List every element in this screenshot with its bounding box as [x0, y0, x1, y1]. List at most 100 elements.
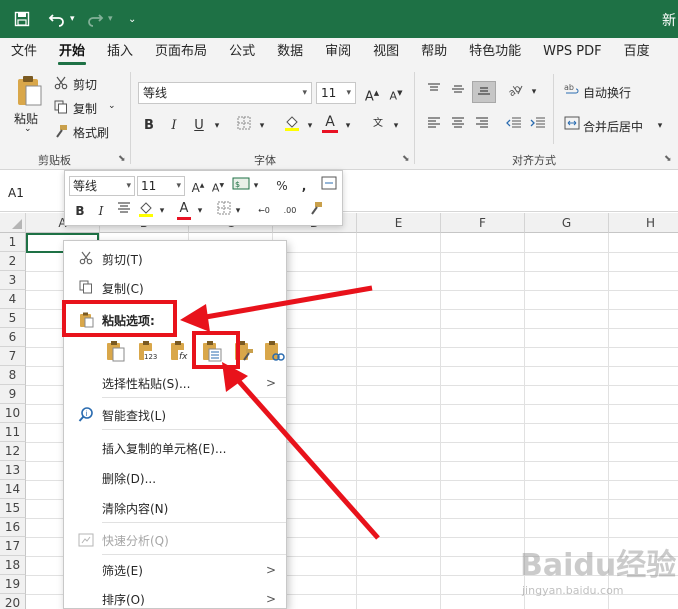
align-top-icon[interactable]: [424, 82, 444, 102]
mini-decrease-decimal-button[interactable]: .00: [279, 201, 301, 221]
menu-item-insert-copied-cells[interactable]: 插入复制的单元格(E)...: [64, 435, 286, 461]
mini-format-painter-icon[interactable]: [307, 201, 325, 221]
menu-item-sort[interactable]: 排序(O) >: [64, 586, 286, 609]
tab-formulas[interactable]: 公式: [218, 38, 266, 66]
format-painter-button[interactable]: 格式刷: [73, 124, 109, 141]
mini-increase-decimal-button[interactable]: ←0: [253, 201, 275, 221]
tab-page-layout[interactable]: 页面布局: [144, 38, 218, 66]
row-header[interactable]: 4: [0, 290, 26, 309]
undo-icon[interactable]: [48, 9, 66, 29]
merge-dropdown-icon[interactable]: ▾: [650, 116, 670, 136]
row-header[interactable]: 5: [0, 309, 26, 328]
font-launcher-icon[interactable]: ⬊: [402, 154, 410, 164]
copy-button[interactable]: 复制: [73, 100, 97, 117]
decrease-font-size-icon[interactable]: A▼: [386, 83, 406, 103]
increase-font-size-icon[interactable]: A▲: [362, 83, 382, 104]
align-bottom-icon[interactable]: [472, 81, 496, 103]
wrap-text-icon[interactable]: ab: [562, 82, 582, 102]
paste-clipboard-icon[interactable]: [14, 74, 44, 108]
row-header[interactable]: 17: [0, 537, 26, 556]
paste-dropdown-icon[interactable]: ⌄: [24, 124, 32, 134]
row-header[interactable]: 20: [0, 594, 26, 609]
select-all-corner[interactable]: [0, 213, 26, 233]
undo-dropdown-icon[interactable]: ▾: [70, 9, 75, 29]
row-header[interactable]: 9: [0, 385, 26, 404]
mini-font-color-dropdown-icon[interactable]: ▾: [195, 201, 205, 221]
tab-home[interactable]: 开始: [48, 38, 96, 66]
cut-button[interactable]: 剪切: [73, 76, 97, 93]
font-color-dropdown-icon[interactable]: ▾: [338, 116, 358, 136]
mini-bold-button[interactable]: B: [71, 201, 89, 221]
redo-icon[interactable]: [86, 9, 104, 29]
name-box[interactable]: A1: [2, 182, 58, 204]
mini-font-size-select[interactable]: 11 ▾: [137, 176, 185, 196]
borders-dropdown-icon[interactable]: ▾: [252, 116, 272, 136]
mini-number-format-icon[interactable]: $: [231, 176, 251, 196]
format-painter-icon[interactable]: [54, 124, 68, 138]
tab-help[interactable]: 帮助: [410, 38, 458, 66]
row-header[interactable]: 18: [0, 556, 26, 575]
bold-button[interactable]: B: [139, 116, 159, 136]
increase-indent-icon[interactable]: [528, 116, 548, 136]
font-size-select[interactable]: 11 ▾: [316, 82, 356, 104]
tab-data[interactable]: 数据: [266, 38, 314, 66]
align-right-icon[interactable]: [472, 116, 492, 136]
mini-borders-icon[interactable]: [215, 201, 233, 221]
align-center-icon[interactable]: [448, 116, 468, 136]
orientation-icon[interactable]: ab: [506, 82, 526, 102]
mini-decrease-font-icon[interactable]: A▼: [209, 176, 227, 196]
mini-comma-button[interactable]: ,: [297, 176, 311, 196]
mini-increase-font-icon[interactable]: A▲: [189, 176, 207, 196]
row-header[interactable]: 15: [0, 499, 26, 518]
redo-dropdown-icon[interactable]: ▾: [108, 9, 113, 29]
menu-item-paste-special[interactable]: 选择性粘贴(S)... >: [64, 370, 286, 396]
menu-item-smart-lookup[interactable]: i 智能查找(L): [64, 402, 286, 428]
paste-icon[interactable]: [104, 339, 128, 363]
mini-merge-icon[interactable]: [319, 176, 339, 196]
font-name-select[interactable]: 等线 ▾: [138, 82, 312, 104]
mini-borders-dropdown-icon[interactable]: ▾: [233, 201, 243, 221]
tab-features[interactable]: 特色功能: [458, 38, 532, 66]
phonetic-guide-icon[interactable]: 文: [368, 114, 388, 134]
menu-item-copy[interactable]: 复制(C): [64, 275, 286, 301]
underline-button[interactable]: U: [189, 116, 209, 136]
row-header[interactable]: 2: [0, 252, 26, 271]
mini-fill-dropdown-icon[interactable]: ▾: [157, 201, 167, 221]
row-header[interactable]: 11: [0, 423, 26, 442]
row-header[interactable]: 8: [0, 366, 26, 385]
mini-font-name-select[interactable]: 等线 ▾: [69, 176, 135, 196]
tab-review[interactable]: 审阅: [314, 38, 362, 66]
menu-item-delete[interactable]: 删除(D)...: [64, 465, 286, 491]
row-header[interactable]: 13: [0, 461, 26, 480]
tab-baidu[interactable]: 百度: [613, 38, 661, 66]
mini-align-center-icon[interactable]: [115, 201, 133, 221]
row-header[interactable]: 10: [0, 404, 26, 423]
customize-toolbar-icon[interactable]: ⌄: [128, 9, 136, 29]
menu-item-clear-contents[interactable]: 清除内容(N): [64, 495, 286, 521]
fill-color-dropdown-icon[interactable]: ▾: [300, 116, 320, 136]
mini-font-color-icon[interactable]: A: [175, 199, 193, 220]
underline-dropdown-icon[interactable]: ▾: [207, 116, 227, 136]
row-header[interactable]: 1: [0, 233, 26, 252]
align-left-icon[interactable]: [424, 116, 444, 136]
save-icon[interactable]: [14, 9, 30, 29]
clipboard-launcher-icon[interactable]: ⬊: [118, 154, 126, 164]
tab-wps-pdf[interactable]: WPS PDF: [532, 38, 612, 66]
font-color-icon[interactable]: A: [320, 112, 340, 133]
fill-color-icon[interactable]: [282, 114, 302, 134]
tab-view[interactable]: 视图: [362, 38, 410, 66]
row-header[interactable]: 12: [0, 442, 26, 461]
column-header[interactable]: E: [357, 213, 441, 233]
cut-icon[interactable]: [54, 76, 68, 90]
tab-insert[interactable]: 插入: [96, 38, 144, 66]
phonetic-dropdown-icon[interactable]: ▾: [386, 116, 406, 136]
tab-file[interactable]: 文件: [0, 38, 48, 66]
row-header[interactable]: 7: [0, 347, 26, 366]
mini-fill-color-icon[interactable]: [137, 200, 155, 220]
copy-dropdown-icon[interactable]: ⌄: [108, 101, 116, 111]
wrap-text-button[interactable]: 自动换行: [583, 84, 631, 101]
paste-formulas-icon[interactable]: fx: [168, 339, 192, 363]
column-header[interactable]: G: [525, 213, 609, 233]
column-header[interactable]: H: [609, 213, 678, 233]
merge-center-icon[interactable]: [562, 116, 582, 136]
